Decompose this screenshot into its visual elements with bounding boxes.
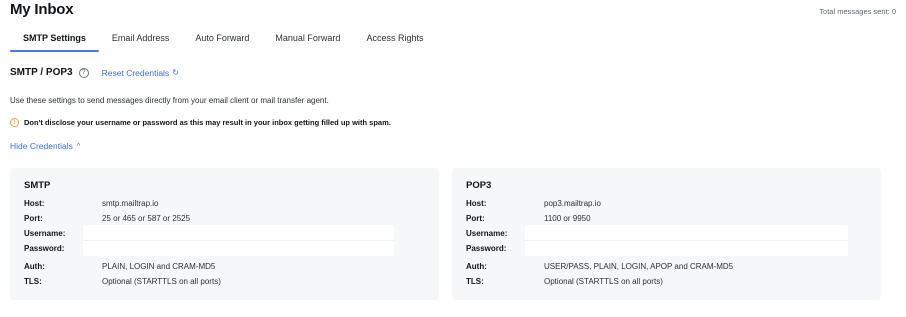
smtp-panel-title: SMTP [24, 180, 51, 191]
smtp-username-row: Username: [24, 227, 429, 243]
smtp-port-row: Port: 25 or 465 or 587 or 2525 [24, 212, 429, 228]
tab-manual-forward[interactable]: Manual Forward [262, 30, 353, 52]
pop3-port-label: Port: [466, 214, 485, 223]
smtp-credentials-panel: SMTP Host: smtp.mailtrap.io Port: 25 or … [10, 168, 439, 300]
pop3-credentials-panel: POP3 Host: pop3.mailtrap.io Port: 1100 o… [452, 168, 881, 300]
pop3-auth-value: USER/PASS, PLAIN, LOGIN, APOP and CRAM-M… [544, 262, 734, 271]
smtp-port-label: Port: [24, 214, 43, 223]
settings-description: Use these settings to send messages dire… [10, 96, 329, 105]
smtp-tls-label: TLS: [24, 277, 42, 286]
smtp-host-value[interactable]: smtp.mailtrap.io [102, 199, 158, 208]
tab-smtp-settings[interactable]: SMTP Settings [10, 30, 99, 52]
smtp-auth-value: PLAIN, LOGIN and CRAM-MD5 [102, 262, 216, 271]
smtp-password-label: Password: [24, 244, 65, 253]
pop3-password-row: Password: [466, 242, 871, 258]
pop3-host-value[interactable]: pop3.mailtrap.io [544, 199, 601, 208]
smtp-tls-row: TLS: Optional (STARTTLS on all ports) [24, 275, 429, 291]
smtp-host-row: Host: smtp.mailtrap.io [24, 197, 429, 213]
total-messages-sent: Total messages sent: 0 [819, 7, 896, 16]
help-icon[interactable]: ? [78, 67, 89, 78]
smtp-tls-value: Optional (STARTTLS on all ports) [102, 277, 221, 286]
smtp-auth-row: Auth: PLAIN, LOGIN and CRAM-MD5 [24, 260, 429, 276]
pop3-password-label: Password: [466, 244, 507, 253]
smtp-auth-label: Auth: [24, 262, 45, 271]
warning-text: Don't disclose your username or password… [24, 118, 391, 127]
pop3-tls-row: TLS: Optional (STARTTLS on all ports) [466, 275, 871, 291]
smtp-port-value[interactable]: 25 or 465 or 587 or 2525 [102, 214, 190, 223]
refresh-icon: ↻ [172, 68, 179, 77]
pop3-host-row: Host: pop3.mailtrap.io [466, 197, 871, 213]
reset-credentials-link[interactable]: Reset Credentials ↻ [102, 68, 179, 78]
pop3-host-label: Host: [466, 199, 487, 208]
tab-email-address[interactable]: Email Address [99, 30, 183, 52]
smtp-host-label: Host: [24, 199, 45, 208]
section-title: SMTP / POP3 [10, 67, 73, 78]
reset-credentials-label: Reset Credentials [101, 67, 170, 78]
section-title-row: SMTP / POP3 ? Reset Credentials ↻ [10, 67, 179, 78]
pop3-tls-label: TLS: [466, 277, 484, 286]
smtp-username-label: Username: [24, 229, 66, 238]
chevron-up-icon: ^ [76, 142, 81, 150]
tab-access-rights[interactable]: Access Rights [353, 30, 436, 52]
pop3-port-row: Port: 1100 or 9950 [466, 212, 871, 228]
pop3-panel-title: POP3 [466, 180, 492, 191]
pop3-username-row: Username: [466, 227, 871, 243]
tab-bar: SMTP Settings Email Address Auto Forward… [10, 30, 436, 54]
pop3-port-value[interactable]: 1100 or 9950 [544, 214, 591, 223]
pop3-auth-row: Auth: USER/PASS, PLAIN, LOGIN, APOP and … [466, 260, 871, 276]
smtp-password-row: Password: [24, 242, 429, 258]
pop3-username-label: Username: [466, 229, 508, 238]
tab-auto-forward[interactable]: Auto Forward [182, 30, 262, 52]
pop3-auth-label: Auth: [466, 262, 487, 271]
warning-row: ! Don't disclose your username or passwo… [10, 118, 391, 127]
page-header: My Inbox Total messages sent: 0 [10, 0, 896, 18]
hide-credentials-label: Hide Credentials [10, 141, 73, 151]
hide-credentials-link[interactable]: Hide Credentials ^ [10, 141, 80, 151]
pop3-tls-value: Optional (STARTTLS on all ports) [544, 277, 663, 286]
warning-icon: ! [10, 118, 19, 127]
page-title: My Inbox [10, 1, 74, 18]
